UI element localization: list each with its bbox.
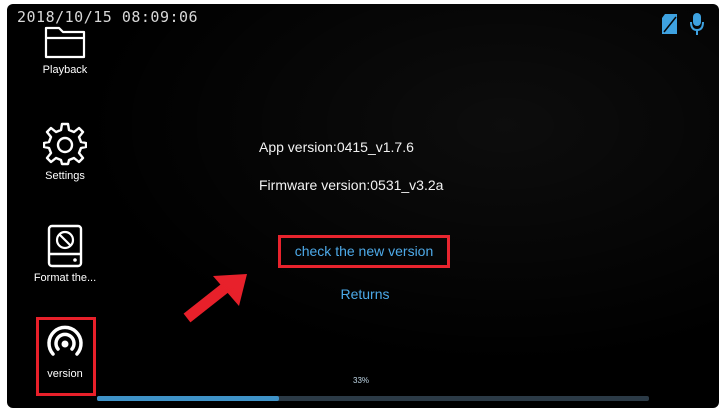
gear-icon: [43, 122, 87, 166]
sidebar-item-label: Format the...: [33, 272, 97, 284]
progress-percent: 33%: [353, 376, 370, 385]
version-highlight-box: [36, 317, 96, 396]
sd-card-icon: [661, 13, 681, 35]
sidebar-item-playback[interactable]: Playback: [7, 24, 123, 76]
folder-icon: [44, 26, 86, 59]
pointer-arrow-icon: [183, 274, 247, 323]
microphone-icon: [689, 12, 705, 36]
device-screen: 2018/10/15 08:09:06 Playback Settings Fo…: [7, 4, 719, 408]
format-card-icon: [47, 224, 83, 268]
sidebar-item-label: Playback: [42, 64, 88, 76]
sidebar-item-format[interactable]: Format the...: [7, 224, 123, 284]
returns-button[interactable]: Returns: [325, 286, 405, 302]
progress-bar: [97, 396, 649, 401]
sidebar-item-label: Settings: [45, 170, 85, 182]
status-icons: [661, 12, 705, 36]
app-version-text: App version:0415_v1.7.6: [259, 139, 414, 155]
firmware-version-text: Firmware version:0531_v3.2a: [259, 177, 444, 193]
progress-fill: [97, 396, 280, 401]
sidebar-item-settings[interactable]: Settings: [7, 122, 123, 182]
check-new-version-button[interactable]: check the new version: [278, 235, 450, 268]
